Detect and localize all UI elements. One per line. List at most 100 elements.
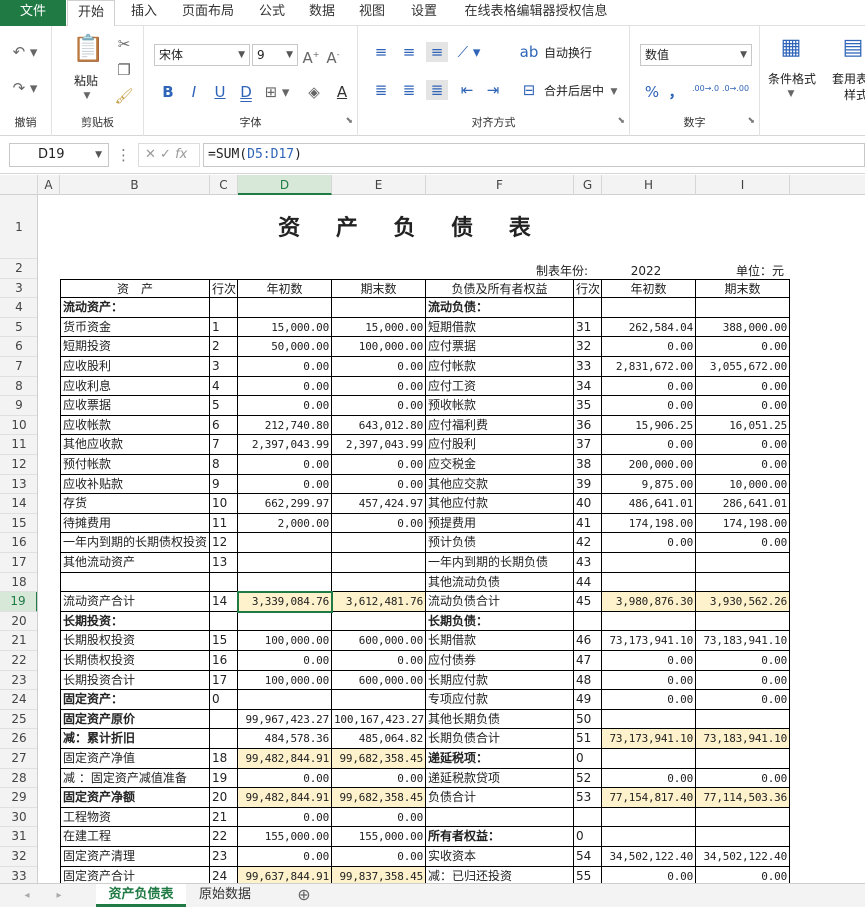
cell-r7-c2[interactable]: 0.00 [238, 357, 332, 377]
cell-r5-c0[interactable]: 货币资金 [60, 317, 210, 338]
cell-r32-c5[interactable]: 54 [574, 847, 602, 867]
cell-r16-c3[interactable] [332, 533, 426, 553]
cell-r33-c1[interactable]: 24 [210, 866, 238, 883]
chevron-down-icon[interactable]: ▼ [784, 84, 798, 104]
percent-icon[interactable]: % [642, 82, 662, 102]
cell-r13-c0[interactable]: 应收补贴款 [60, 474, 210, 495]
chevron-down-icon[interactable]: ▼ [608, 82, 620, 102]
cell-r21-c3[interactable]: 600,000.00 [332, 631, 426, 651]
row-header-24[interactable]: 24 [0, 690, 37, 710]
cell-r13-c7[interactable]: 10,000.00 [696, 474, 790, 495]
tab-home[interactable]: 开始 [67, 0, 115, 27]
cell-r25-c1[interactable] [210, 709, 238, 730]
align-center-icon[interactable]: ≣ [398, 80, 420, 100]
row-header-3[interactable]: 3 [0, 279, 37, 299]
cell-r18-c4[interactable]: 其他流动负债 [426, 572, 574, 593]
cell-r13-c2[interactable]: 0.00 [238, 474, 332, 495]
cell-r15-c3[interactable]: 0.00 [332, 513, 426, 534]
cell-r24-c7[interactable]: 0.00 [696, 690, 790, 710]
cell-r30-c2[interactable]: 0.00 [238, 807, 332, 828]
number-format-select[interactable]: 数值 ▼ [640, 44, 752, 66]
cell-r6-c6[interactable]: 0.00 [602, 337, 696, 357]
cell-r19-c5[interactable]: 45 [574, 592, 602, 612]
cell-r17-c0[interactable]: 其他流动资产 [60, 553, 210, 573]
cell-r11-c6[interactable]: 0.00 [602, 435, 696, 455]
cell-r25-c6[interactable] [602, 709, 696, 730]
cell-r14-c7[interactable]: 286,641.01 [696, 494, 790, 514]
row-header-13[interactable]: 13 [0, 475, 37, 495]
cell-r33-c6[interactable]: 0.00 [602, 866, 696, 883]
row-header-28[interactable]: 28 [0, 769, 37, 789]
cell-r18-c1[interactable] [210, 572, 238, 593]
cell-r31-c6[interactable] [602, 827, 696, 847]
cell-r13-c5[interactable]: 39 [574, 474, 602, 495]
table-header-0[interactable]: 资 产 [60, 278, 210, 299]
row-header-30[interactable]: 30 [0, 808, 37, 828]
cell-r32-c4[interactable]: 实收资本 [426, 847, 574, 867]
cell-r32-c1[interactable]: 23 [210, 847, 238, 867]
tab-insert[interactable]: 插入 [122, 0, 166, 26]
cell-r19-c0[interactable]: 流动资产合计 [60, 592, 210, 612]
tab-formula[interactable]: 公式 [250, 0, 294, 26]
launcher-icon[interactable]: ⬊ [617, 116, 625, 126]
cell-r5-c2[interactable]: 15,000.00 [238, 317, 332, 338]
cell-r18-c7[interactable] [696, 572, 790, 593]
confirm-icon[interactable]: ✓ [160, 147, 171, 162]
cell-r17-c1[interactable]: 13 [210, 553, 238, 573]
cell-r25-c5[interactable]: 50 [574, 709, 602, 730]
column-header-e[interactable]: E [332, 175, 426, 195]
cell-r9-c1[interactable]: 5 [210, 396, 238, 416]
column-header-c[interactable]: C [210, 175, 238, 195]
cell-r7-c0[interactable]: 应收股利 [60, 357, 210, 377]
cell-r19-c4[interactable]: 流动负债合计 [426, 592, 574, 612]
cell-r9-c3[interactable]: 0.00 [332, 396, 426, 416]
cell-r11-c4[interactable]: 应付股利 [426, 435, 574, 455]
cell-r17-c7[interactable] [696, 553, 790, 573]
row-header-21[interactable]: 21 [0, 631, 37, 651]
cell-r32-c6[interactable]: 34,502,122.40 [602, 847, 696, 867]
underline-icon[interactable]: U [210, 82, 230, 102]
cell-r16-c1[interactable]: 12 [210, 533, 238, 553]
cell-r4-c3[interactable] [332, 298, 426, 318]
tab-file[interactable]: 文件 [0, 0, 66, 26]
name-box[interactable]: D19 ▼ [9, 143, 109, 167]
select-all-corner[interactable] [0, 175, 38, 195]
cell-r26-c1[interactable] [210, 729, 238, 749]
cell-r15-c5[interactable]: 41 [574, 513, 602, 534]
italic-icon[interactable]: I [184, 82, 204, 102]
cell-r19-c3[interactable]: 3,612,481.76 [332, 592, 426, 612]
cell-r28-c7[interactable]: 0.00 [696, 768, 790, 789]
cell-r21-c0[interactable]: 长期股权投资 [60, 631, 210, 651]
cell-r29-c7[interactable]: 77,114,503.36 [696, 788, 790, 808]
cell-r19-c6[interactable]: 3,980,876.30 [602, 592, 696, 612]
cell-r10-c3[interactable]: 643,012.80 [332, 415, 426, 436]
cell-r32-c0[interactable]: 固定资产清理 [60, 847, 210, 867]
cell-r24-c2[interactable] [238, 690, 332, 710]
column-header-g[interactable]: G [574, 175, 602, 195]
cell-r15-c7[interactable]: 174,198.00 [696, 513, 790, 534]
launcher-icon[interactable]: ⬊ [345, 116, 353, 126]
row-header-33[interactable]: 33 [0, 867, 37, 883]
column-header-i[interactable]: I [696, 175, 790, 195]
cell-r29-c2[interactable]: 99,482,844.91 [238, 788, 332, 808]
cell-r22-c6[interactable]: 0.00 [602, 651, 696, 671]
cut-icon[interactable]: ✂ [114, 34, 134, 54]
cell-r29-c1[interactable]: 20 [210, 788, 238, 808]
cell-r8-c3[interactable]: 0.00 [332, 376, 426, 397]
cell-r22-c2[interactable]: 0.00 [238, 651, 332, 671]
align-top-icon[interactable]: ≡ [370, 42, 392, 62]
cell-r28-c5[interactable]: 52 [574, 768, 602, 789]
table-header-3[interactable]: 期末数 [332, 278, 426, 299]
row-header-9[interactable]: 9 [0, 396, 37, 416]
row-header-19[interactable]: 19 [0, 592, 37, 612]
cell-r24-c4[interactable]: 专项应付款 [426, 690, 574, 710]
cell-r8-c7[interactable]: 0.00 [696, 376, 790, 397]
cell-r24-c1[interactable]: 0 [210, 690, 238, 710]
cell-r21-c6[interactable]: 73,173,941.10 [602, 631, 696, 651]
cell-r6-c3[interactable]: 100,000.00 [332, 337, 426, 357]
cell-r20-c6[interactable] [602, 611, 696, 632]
cell-r11-c7[interactable]: 0.00 [696, 435, 790, 455]
cell-r15-c2[interactable]: 2,000.00 [238, 513, 332, 534]
cell-r29-c6[interactable]: 77,154,817.40 [602, 788, 696, 808]
fx-icon[interactable]: fx [175, 147, 187, 162]
